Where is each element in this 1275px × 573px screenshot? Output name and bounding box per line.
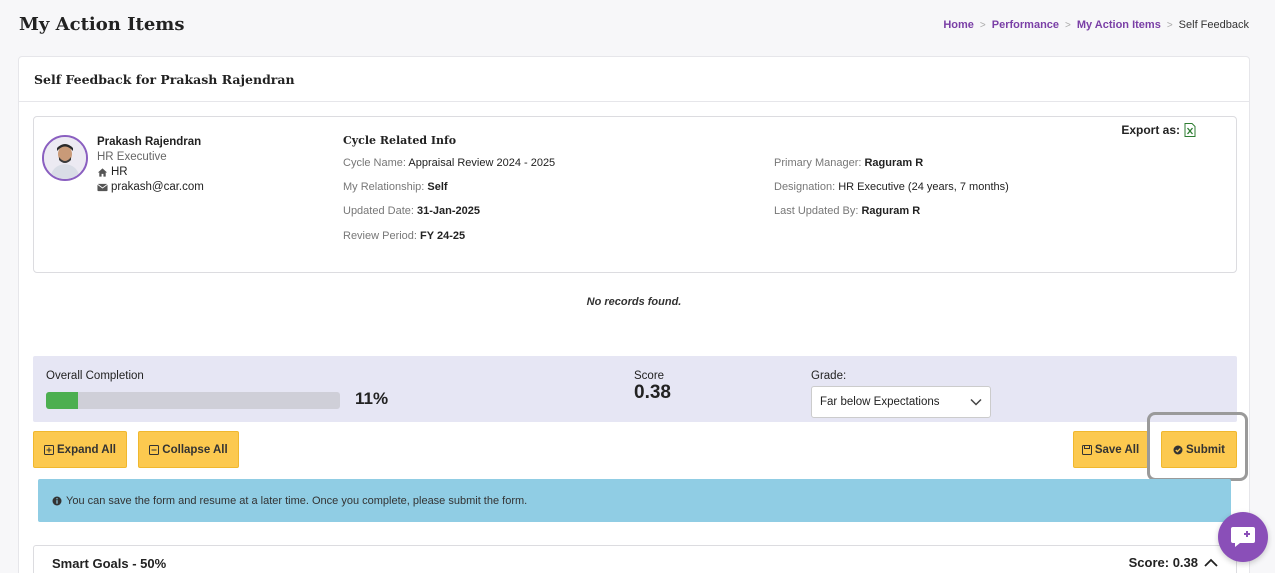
minus-square-icon <box>149 444 160 455</box>
employee-name: Prakash Rajendran <box>97 136 202 148</box>
updated-date-row: Updated Date: 31-Jan-2025 <box>343 205 480 217</box>
grade-selected-value: Far below Expectations <box>820 396 940 408</box>
section-score-text: Score: 0.38 <box>1128 555 1198 570</box>
breadcrumb-home[interactable]: Home <box>943 19 974 31</box>
export-group: Export as: <box>1121 123 1196 137</box>
save-all-button[interactable]: Save All <box>1073 431 1148 468</box>
cycle-name-value: Appraisal Review 2024 - 2025 <box>408 157 556 169</box>
section-score: Score: 0.38 <box>1129 555 1218 570</box>
designation-value: HR Executive (24 years, 7 months) <box>838 181 1009 193</box>
home-icon <box>97 167 108 177</box>
chat-icon <box>1231 527 1255 547</box>
completion-percent: 11% <box>355 389 389 408</box>
expand-all-button[interactable]: Expand All <box>33 431 127 468</box>
export-label: Export as: <box>1121 123 1180 137</box>
completion-progress-fill <box>46 392 79 409</box>
primary-manager-row: Primary Manager: Raguram R <box>774 157 924 169</box>
collapse-all-label: Collapse All <box>162 443 228 456</box>
grade-label: Grade: <box>811 370 847 382</box>
score-label: Score <box>634 370 665 382</box>
cycle-name-row: Cycle Name: Appraisal Review 2024 - 2025 <box>343 157 556 169</box>
collapse-all-button[interactable]: Collapse All <box>138 431 239 468</box>
relationship-row: My Relationship: Self <box>343 181 448 193</box>
card-header: Self Feedback for Prakash Rajendran <box>19 57 1249 102</box>
employee-role: HR Executive <box>97 151 167 163</box>
page-title: My Action Items <box>19 14 185 35</box>
expand-all-label: Expand All <box>57 443 116 456</box>
relationship-value: Self <box>427 181 448 193</box>
completion-progress-bar <box>46 392 340 409</box>
grade-select[interactable]: Far below Expectations <box>811 386 991 418</box>
completion-panel: Overall Completion 11% Score 0.38 Grade:… <box>33 356 1237 422</box>
employee-department: HR <box>111 166 128 178</box>
breadcrumb-self-feedback: Self Feedback <box>1178 19 1249 31</box>
self-feedback-card: Self Feedback for Prakash Rajendran Prak… <box>18 56 1250 573</box>
email-row: prakash@car.com <box>97 181 204 193</box>
save-all-label: Save All <box>1094 443 1140 456</box>
section-title: Smart Goals - 50% <box>52 556 167 571</box>
breadcrumb-separator: > <box>979 19 986 31</box>
employee-email: prakash@car.com <box>111 181 204 193</box>
no-records-message: No records found. <box>586 296 682 308</box>
review-period-value: FY 24-25 <box>420 230 466 242</box>
updated-date-value: 31-Jan-2025 <box>417 205 480 217</box>
info-icon <box>52 496 62 505</box>
envelope-icon <box>97 183 108 191</box>
submit-highlight <box>1147 412 1248 481</box>
excel-icon[interactable] <box>1184 123 1196 137</box>
cycle-heading: Cycle Related Info <box>343 134 457 147</box>
smart-goals-section[interactable]: Smart Goals - 50% Score: 0.38 <box>33 545 1237 573</box>
breadcrumb: Home > Performance > My Action Items > S… <box>943 19 1249 31</box>
breadcrumb-my-action-items[interactable]: My Action Items <box>1077 19 1161 31</box>
avatar <box>42 135 88 181</box>
department-row: HR <box>97 166 204 178</box>
last-updated-by-row: Last Updated By: Raguram R <box>774 205 921 217</box>
employee-info-box: Prakash Rajendran HR Executive HR prakas… <box>33 116 1237 273</box>
employee-profile: Prakash Rajendran HR Executive HR prakas… <box>97 136 204 193</box>
save-icon <box>1081 444 1092 455</box>
breadcrumb-separator: > <box>1166 19 1173 31</box>
review-period-row: Review Period: FY 24-25 <box>343 230 466 242</box>
info-alert-text: You can save the form and resume at a la… <box>66 494 528 507</box>
chevron-up-icon[interactable] <box>1204 558 1218 567</box>
breadcrumb-separator: > <box>1065 19 1071 31</box>
chat-button[interactable] <box>1218 512 1268 562</box>
info-alert: You can save the form and resume at a la… <box>38 479 1231 522</box>
breadcrumb-performance[interactable]: Performance <box>992 19 1059 31</box>
completion-label: Overall Completion <box>46 370 144 382</box>
designation-row: Designation: HR Executive (24 years, 7 m… <box>774 181 1009 193</box>
plus-square-icon <box>44 444 54 455</box>
last-updated-by-value: Raguram R <box>861 205 921 217</box>
score-value: 0.38 <box>634 382 671 403</box>
primary-manager-value: Raguram R <box>864 157 924 169</box>
chevron-down-icon <box>970 398 982 406</box>
